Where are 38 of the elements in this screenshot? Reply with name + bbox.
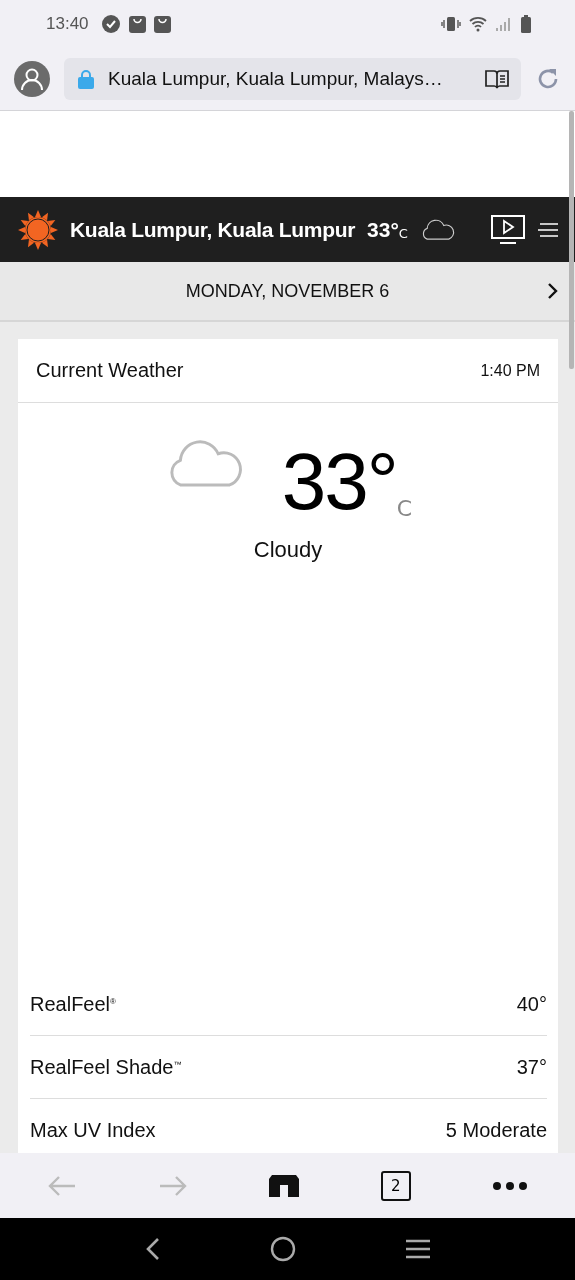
reader-icon[interactable] — [485, 69, 509, 89]
tabs-button[interactable]: 2 — [380, 1170, 411, 1201]
temperature-unit: C — [396, 496, 413, 521]
detail-value: 37° — [516, 1055, 547, 1079]
sun-logo — [18, 209, 58, 250]
detail-label: Max UV Index — [30, 1118, 156, 1142]
video-icon[interactable] — [491, 214, 525, 245]
detail-value: 5 Moderate — [445, 1118, 547, 1142]
detail-value: 40° — [516, 992, 547, 1016]
home-button[interactable] — [269, 1174, 300, 1197]
location-name[interactable]: Kuala Lumpur, Kuala Lumpur — [70, 217, 356, 242]
status-time: 13:40 — [46, 14, 89, 34]
recents-nav-icon[interactable] — [404, 1238, 431, 1260]
header-unit: C — [398, 226, 408, 241]
home-nav-icon[interactable] — [269, 1236, 296, 1262]
observation-time: 1:40 PM — [480, 361, 540, 380]
date-label: MONDAY, NOVEMBER 6 — [185, 280, 390, 302]
back-nav-icon[interactable] — [144, 1237, 161, 1261]
condition-text: Cloudy — [253, 537, 323, 563]
address-bar[interactable]: Kuala Lumpur, Kuala Lumpur, Malays… — [64, 58, 521, 100]
wifi-icon — [469, 16, 487, 32]
next-icon[interactable] — [547, 282, 559, 300]
menu-icon[interactable] — [537, 221, 559, 238]
lock-icon — [78, 69, 94, 89]
header-temperature: 33° — [367, 217, 399, 242]
url-text: Kuala Lumpur, Kuala Lumpur, Malays… — [108, 68, 444, 90]
detail-label: RealFeel Shade$^{™}$ — [30, 1055, 182, 1079]
signal-icon — [495, 16, 513, 32]
current-temperature: 33° — [281, 439, 397, 525]
more-button[interactable] — [492, 1180, 529, 1191]
account-icon[interactable] — [14, 61, 50, 97]
bag-icon — [128, 15, 146, 33]
detail-label: RealFeel$^{®}$ — [30, 992, 116, 1016]
vibrate-icon — [441, 16, 461, 32]
battery-icon — [521, 15, 531, 33]
bag-icon — [153, 15, 171, 33]
check-icon — [100, 14, 121, 34]
card-title: Current Weather — [36, 359, 184, 382]
